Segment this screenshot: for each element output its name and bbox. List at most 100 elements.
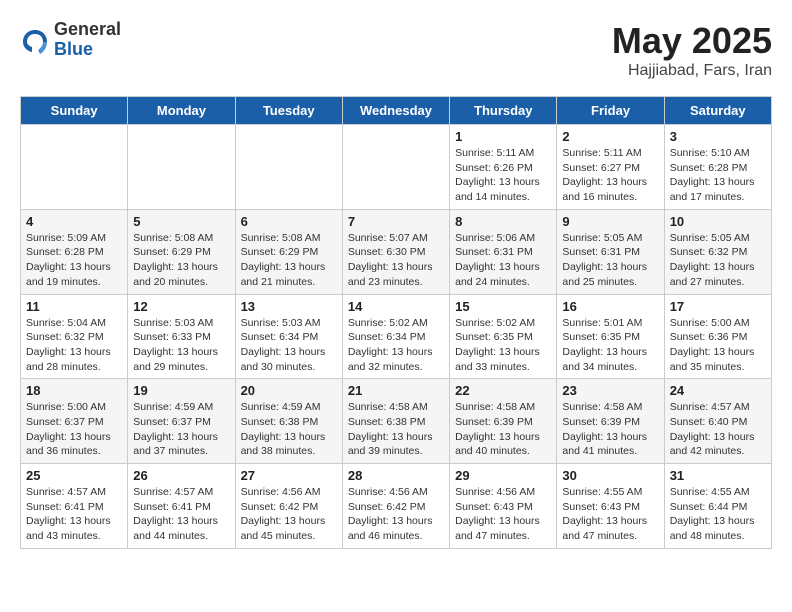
day-number: 6 xyxy=(241,214,337,229)
calendar-cell: 7Sunrise: 5:07 AM Sunset: 6:30 PM Daylig… xyxy=(342,209,449,294)
day-info: Sunrise: 5:08 AM Sunset: 6:29 PM Dayligh… xyxy=(241,231,337,290)
day-number: 26 xyxy=(133,468,229,483)
calendar-cell: 3 Sunrise: 5:10 AM Sunset: 6:28 PM Daylig… xyxy=(664,125,771,210)
calendar-cell xyxy=(21,125,128,210)
day-number: 8 xyxy=(455,214,551,229)
day-number: 24 xyxy=(670,383,766,398)
day-info: Sunrise: 5:06 AM Sunset: 6:31 PM Dayligh… xyxy=(455,231,551,290)
day-number: 2 xyxy=(562,129,658,144)
logo-blue: Blue xyxy=(54,40,121,60)
day-number: 1 xyxy=(455,129,551,144)
day-info: Sunrise: 5:05 AM Sunset: 6:31 PM Dayligh… xyxy=(562,231,658,290)
calendar-week-row: 18 Sunrise: 5:00 AM Sunset: 6:37 PM Dayli… xyxy=(21,379,772,464)
location: Hajjiabad, Fars, Iran xyxy=(612,62,772,80)
logo-text: General Blue xyxy=(54,20,121,60)
day-info: Sunrise: 4:58 AM Sunset: 6:39 PM Dayligh… xyxy=(455,400,551,459)
day-header-tuesday: Tuesday xyxy=(235,97,342,125)
day-info: Sunrise: 4:59 AM Sunset: 6:38 PM Dayligh… xyxy=(241,400,337,459)
day-header-wednesday: Wednesday xyxy=(342,97,449,125)
day-number: 23 xyxy=(562,383,658,398)
day-info: Sunrise: 4:55 AM Sunset: 6:44 PM Dayligh… xyxy=(670,485,766,544)
day-number: 25 xyxy=(26,468,122,483)
calendar-cell: 2 Sunrise: 5:11 AM Sunset: 6:27 PM Daylig… xyxy=(557,125,664,210)
calendar-cell: 19 Sunrise: 4:59 AM Sunset: 6:37 PM Dayli… xyxy=(128,379,235,464)
day-number: 21 xyxy=(348,383,444,398)
calendar-cell: 11 Sunrise: 5:04 AM Sunset: 6:32 PM Dayli… xyxy=(21,294,128,379)
day-number: 10 xyxy=(670,214,766,229)
calendar-table: SundayMondayTuesdayWednesdayThursdayFrid… xyxy=(20,96,772,549)
calendar-cell: 28Sunrise: 4:56 AM Sunset: 6:42 PM Dayli… xyxy=(342,464,449,549)
calendar-cell: 25 Sunrise: 4:57 AM Sunset: 6:41 PM Dayli… xyxy=(21,464,128,549)
calendar-cell xyxy=(128,125,235,210)
day-info: Sunrise: 4:57 AM Sunset: 6:41 PM Dayligh… xyxy=(26,485,122,544)
day-number: 12 xyxy=(133,299,229,314)
calendar-cell: 13 Sunrise: 5:03 AM Sunset: 6:34 PM Dayli… xyxy=(235,294,342,379)
day-info: Sunrise: 5:04 AM Sunset: 6:32 PM Dayligh… xyxy=(26,316,122,375)
day-number: 29 xyxy=(455,468,551,483)
calendar-cell: 27Sunrise: 4:56 AM Sunset: 6:42 PM Dayli… xyxy=(235,464,342,549)
calendar-cell: 10 Sunrise: 5:05 AM Sunset: 6:32 PM Dayli… xyxy=(664,209,771,294)
day-number: 28 xyxy=(348,468,444,483)
calendar-cell: 26 Sunrise: 4:57 AM Sunset: 6:41 PM Dayli… xyxy=(128,464,235,549)
calendar-cell: 14 Sunrise: 5:02 AM Sunset: 6:34 PM Dayli… xyxy=(342,294,449,379)
day-info: Sunrise: 5:03 AM Sunset: 6:34 PM Dayligh… xyxy=(241,316,337,375)
calendar-cell: 24 Sunrise: 4:57 AM Sunset: 6:40 PM Dayli… xyxy=(664,379,771,464)
calendar-cell: 23 Sunrise: 4:58 AM Sunset: 6:39 PM Dayli… xyxy=(557,379,664,464)
day-header-monday: Monday xyxy=(128,97,235,125)
day-number: 13 xyxy=(241,299,337,314)
day-info: Sunrise: 4:57 AM Sunset: 6:41 PM Dayligh… xyxy=(133,485,229,544)
day-info: Sunrise: 4:56 AM Sunset: 6:42 PM Dayligh… xyxy=(241,485,337,544)
calendar-cell: 20Sunrise: 4:59 AM Sunset: 6:38 PM Dayli… xyxy=(235,379,342,464)
day-number: 11 xyxy=(26,299,122,314)
day-number: 22 xyxy=(455,383,551,398)
day-info: Sunrise: 4:56 AM Sunset: 6:43 PM Dayligh… xyxy=(455,485,551,544)
day-info: Sunrise: 5:00 AM Sunset: 6:37 PM Dayligh… xyxy=(26,400,122,459)
page-header: General Blue May 2025 Hajjiabad, Fars, I… xyxy=(20,20,772,80)
logo: General Blue xyxy=(20,20,121,60)
day-info: Sunrise: 5:09 AM Sunset: 6:28 PM Dayligh… xyxy=(26,231,122,290)
day-info: Sunrise: 4:57 AM Sunset: 6:40 PM Dayligh… xyxy=(670,400,766,459)
calendar-cell: 8 Sunrise: 5:06 AM Sunset: 6:31 PM Daylig… xyxy=(450,209,557,294)
day-info: Sunrise: 4:58 AM Sunset: 6:39 PM Dayligh… xyxy=(562,400,658,459)
day-number: 3 xyxy=(670,129,766,144)
day-number: 31 xyxy=(670,468,766,483)
day-number: 9 xyxy=(562,214,658,229)
calendar-cell: 1 Sunrise: 5:11 AM Sunset: 6:26 PM Daylig… xyxy=(450,125,557,210)
day-info: Sunrise: 4:58 AM Sunset: 6:38 PM Dayligh… xyxy=(348,400,444,459)
day-info: Sunrise: 5:11 AM Sunset: 6:26 PM Dayligh… xyxy=(455,146,551,205)
calendar-cell: 12 Sunrise: 5:03 AM Sunset: 6:33 PM Dayli… xyxy=(128,294,235,379)
calendar-cell: 18 Sunrise: 5:00 AM Sunset: 6:37 PM Dayli… xyxy=(21,379,128,464)
logo-general: General xyxy=(54,20,121,40)
calendar-cell: 22 Sunrise: 4:58 AM Sunset: 6:39 PM Dayli… xyxy=(450,379,557,464)
calendar-week-row: 4 Sunrise: 5:09 AM Sunset: 6:28 PM Daylig… xyxy=(21,209,772,294)
calendar-cell: 5Sunrise: 5:08 AM Sunset: 6:29 PM Daylig… xyxy=(128,209,235,294)
calendar-cell: 4 Sunrise: 5:09 AM Sunset: 6:28 PM Daylig… xyxy=(21,209,128,294)
calendar-cell: 17Sunrise: 5:00 AM Sunset: 6:36 PM Dayli… xyxy=(664,294,771,379)
day-info: Sunrise: 5:08 AM Sunset: 6:29 PM Dayligh… xyxy=(133,231,229,290)
day-info: Sunrise: 5:02 AM Sunset: 6:34 PM Dayligh… xyxy=(348,316,444,375)
calendar-week-row: 1 Sunrise: 5:11 AM Sunset: 6:26 PM Daylig… xyxy=(21,125,772,210)
day-info: Sunrise: 5:03 AM Sunset: 6:33 PM Dayligh… xyxy=(133,316,229,375)
month-title: May 2025 xyxy=(612,20,772,62)
day-info: Sunrise: 5:11 AM Sunset: 6:27 PM Dayligh… xyxy=(562,146,658,205)
day-info: Sunrise: 5:10 AM Sunset: 6:28 PM Dayligh… xyxy=(670,146,766,205)
day-info: Sunrise: 4:59 AM Sunset: 6:37 PM Dayligh… xyxy=(133,400,229,459)
day-number: 4 xyxy=(26,214,122,229)
calendar-cell: 16Sunrise: 5:01 AM Sunset: 6:35 PM Dayli… xyxy=(557,294,664,379)
day-number: 19 xyxy=(133,383,229,398)
day-header-saturday: Saturday xyxy=(664,97,771,125)
day-info: Sunrise: 5:01 AM Sunset: 6:35 PM Dayligh… xyxy=(562,316,658,375)
calendar-header-row: SundayMondayTuesdayWednesdayThursdayFrid… xyxy=(21,97,772,125)
day-number: 14 xyxy=(348,299,444,314)
calendar-week-row: 11 Sunrise: 5:04 AM Sunset: 6:32 PM Dayli… xyxy=(21,294,772,379)
day-number: 15 xyxy=(455,299,551,314)
day-number: 7 xyxy=(348,214,444,229)
day-number: 18 xyxy=(26,383,122,398)
day-number: 30 xyxy=(562,468,658,483)
day-header-sunday: Sunday xyxy=(21,97,128,125)
calendar-cell: 9 Sunrise: 5:05 AM Sunset: 6:31 PM Daylig… xyxy=(557,209,664,294)
day-header-friday: Friday xyxy=(557,97,664,125)
day-info: Sunrise: 5:05 AM Sunset: 6:32 PM Dayligh… xyxy=(670,231,766,290)
calendar-cell: 29 Sunrise: 4:56 AM Sunset: 6:43 PM Dayli… xyxy=(450,464,557,549)
title-block: May 2025 Hajjiabad, Fars, Iran xyxy=(612,20,772,80)
